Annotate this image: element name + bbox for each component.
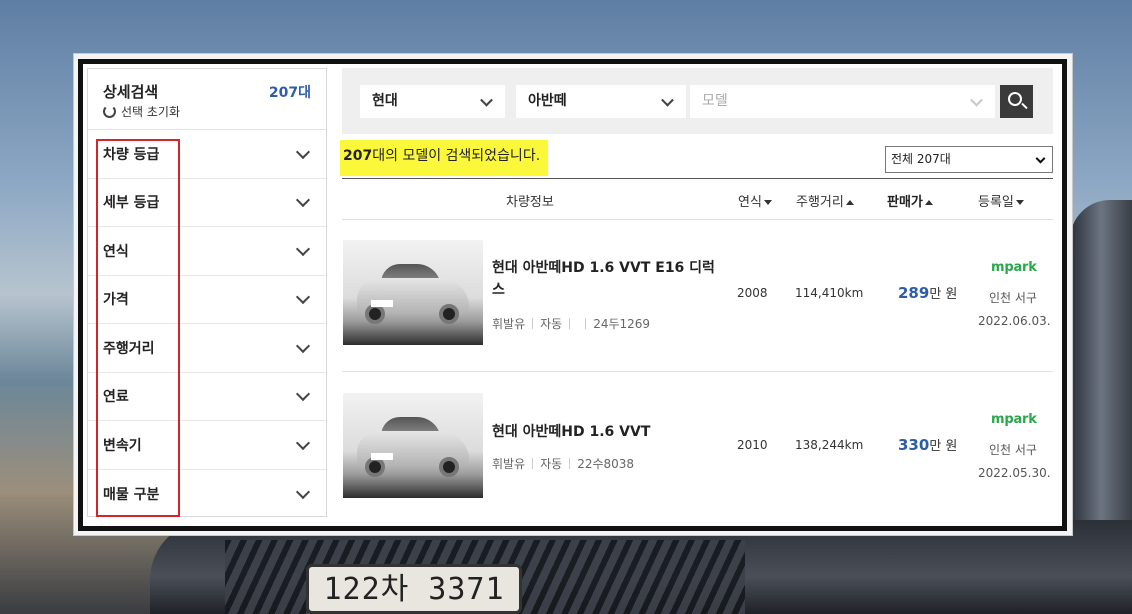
sidebar-item-mileage[interactable]: 주행거리 [88,324,326,373]
mpark-logo: mpark [991,260,1037,275]
table-header: 차량정보 연식 주행거리 판매가 등록일 [342,178,1053,220]
car-year: 2010 [737,438,768,452]
result-count: 207 [343,148,373,164]
sort-down-icon [763,200,772,205]
car-mileage: 114,410km [795,286,864,300]
sidebar-item-transmission[interactable]: 변속기 [88,421,326,470]
car-title-link[interactable]: 현대 아반떼HD 1.6 VVT E16 디럭스 [492,257,722,301]
maker-select-value: 현대 [372,93,398,109]
search-icon [1008,92,1022,106]
chevron-down-icon [295,193,311,208]
model-select[interactable]: 모델 [690,85,995,118]
table-row[interactable]: 현대 아반떼HD 1.6 VVT 휘발유 자동 22수8038 2010 138,2… [342,372,1053,524]
table-row[interactable]: 현대 아반떼HD 1.6 VVT E16 디럭스 휘발유 자동 24두1269 20… [342,220,1053,372]
header-price-sort[interactable]: 판매가 [887,191,933,210]
chevron-down-icon [480,93,493,107]
sort-down-icon [1015,200,1024,205]
sidebar-item-label: 연료 [103,389,129,406]
chevron-down-icon [295,484,311,499]
reset-selection-button[interactable]: 선택 초기화 [103,103,180,120]
listing-filter-value: 전체 207대 [891,152,951,166]
dealer-info: 인천 서구 2022.06.03. [978,291,1051,328]
car-specs: 휘발유 자동 22수8038 [492,457,635,471]
sidebar-item-label: 변속기 [103,437,142,454]
sidebar-header: 상세검색 선택 초기화 207대 [88,69,326,130]
car-mileage: 138,244km [795,438,864,452]
mpark-logo: mpark [991,412,1037,427]
model-group-select[interactable]: 아반떼 [516,85,686,118]
car-price: 330만 원 [898,436,958,454]
refresh-icon [103,105,116,118]
sidebar-item-year[interactable]: 연식 [88,227,326,276]
sidebar-item-label: 가격 [103,292,129,309]
sidebar-item-vehicle-grade[interactable]: 차량 등급 [88,130,326,179]
search-bar: 현대 아반떼 모델 [342,68,1053,134]
search-button[interactable] [1000,85,1033,118]
model-select-placeholder: 모델 [702,93,728,109]
sort-up-icon [845,200,854,205]
maker-select[interactable]: 현대 [360,85,505,118]
sidebar-item-detail-grade[interactable]: 세부 등급 [88,179,326,227]
result-count-message: 207대의 모델이 검색되었습니다. [340,140,549,176]
car-title-link[interactable]: 현대 아반떼HD 1.6 VVT [492,421,722,443]
model-group-select-value: 아반떼 [528,93,567,109]
sidebar-item-label: 세부 등급 [103,195,160,212]
sidebar-count: 207대 [268,85,311,101]
chevron-down-icon [295,435,311,450]
header-date-sort[interactable]: 등록일 [978,191,1024,210]
result-message-text: 대의 모델이 검색되었습니다. [372,148,541,164]
car-specs: 휘발유 자동 24두1269 [492,317,651,331]
header-mileage-sort[interactable]: 주행거리 [796,191,854,210]
sidebar-item-fuel[interactable]: 연료 [88,373,326,421]
sidebar-item-price[interactable]: 가격 [88,276,326,324]
reset-label: 선택 초기화 [121,105,181,119]
header-vehicle-info: 차량정보 [506,195,554,210]
sort-up-icon [924,200,933,205]
car-price: 289만 원 [898,284,958,302]
sidebar-item-label: 매물 구분 [103,486,160,503]
car-year: 2008 [737,286,768,300]
chevron-down-icon [295,387,311,402]
background-license-plate: 122차 3371 [306,564,522,614]
chevron-down-icon [295,241,311,256]
chevron-down-icon [661,93,674,107]
detail-search-sidebar: 상세검색 선택 초기화 207대 차량 등급 세부 등급 연식 가격 주행거리 … [87,68,327,517]
chevron-down-icon [1035,153,1046,164]
listing-filter-select[interactable]: 전체 207대 [885,146,1053,173]
sidebar-item-label: 차량 등급 [103,146,160,163]
car-thumbnail[interactable] [343,240,483,345]
dealer-info: 인천 서구 2022.05.30. [978,443,1051,480]
car-thumbnail[interactable] [343,393,483,498]
sidebar-title: 상세검색 [103,83,159,101]
header-year-sort[interactable]: 연식 [738,191,772,210]
chevron-down-icon [295,290,311,305]
sidebar-item-label: 주행거리 [103,340,155,357]
chevron-down-icon [970,93,983,107]
sidebar-item-listing-type[interactable]: 매물 구분 [88,470,326,519]
chevron-down-icon [295,144,311,159]
sidebar-item-label: 연식 [103,243,129,260]
chevron-down-icon [295,338,311,353]
